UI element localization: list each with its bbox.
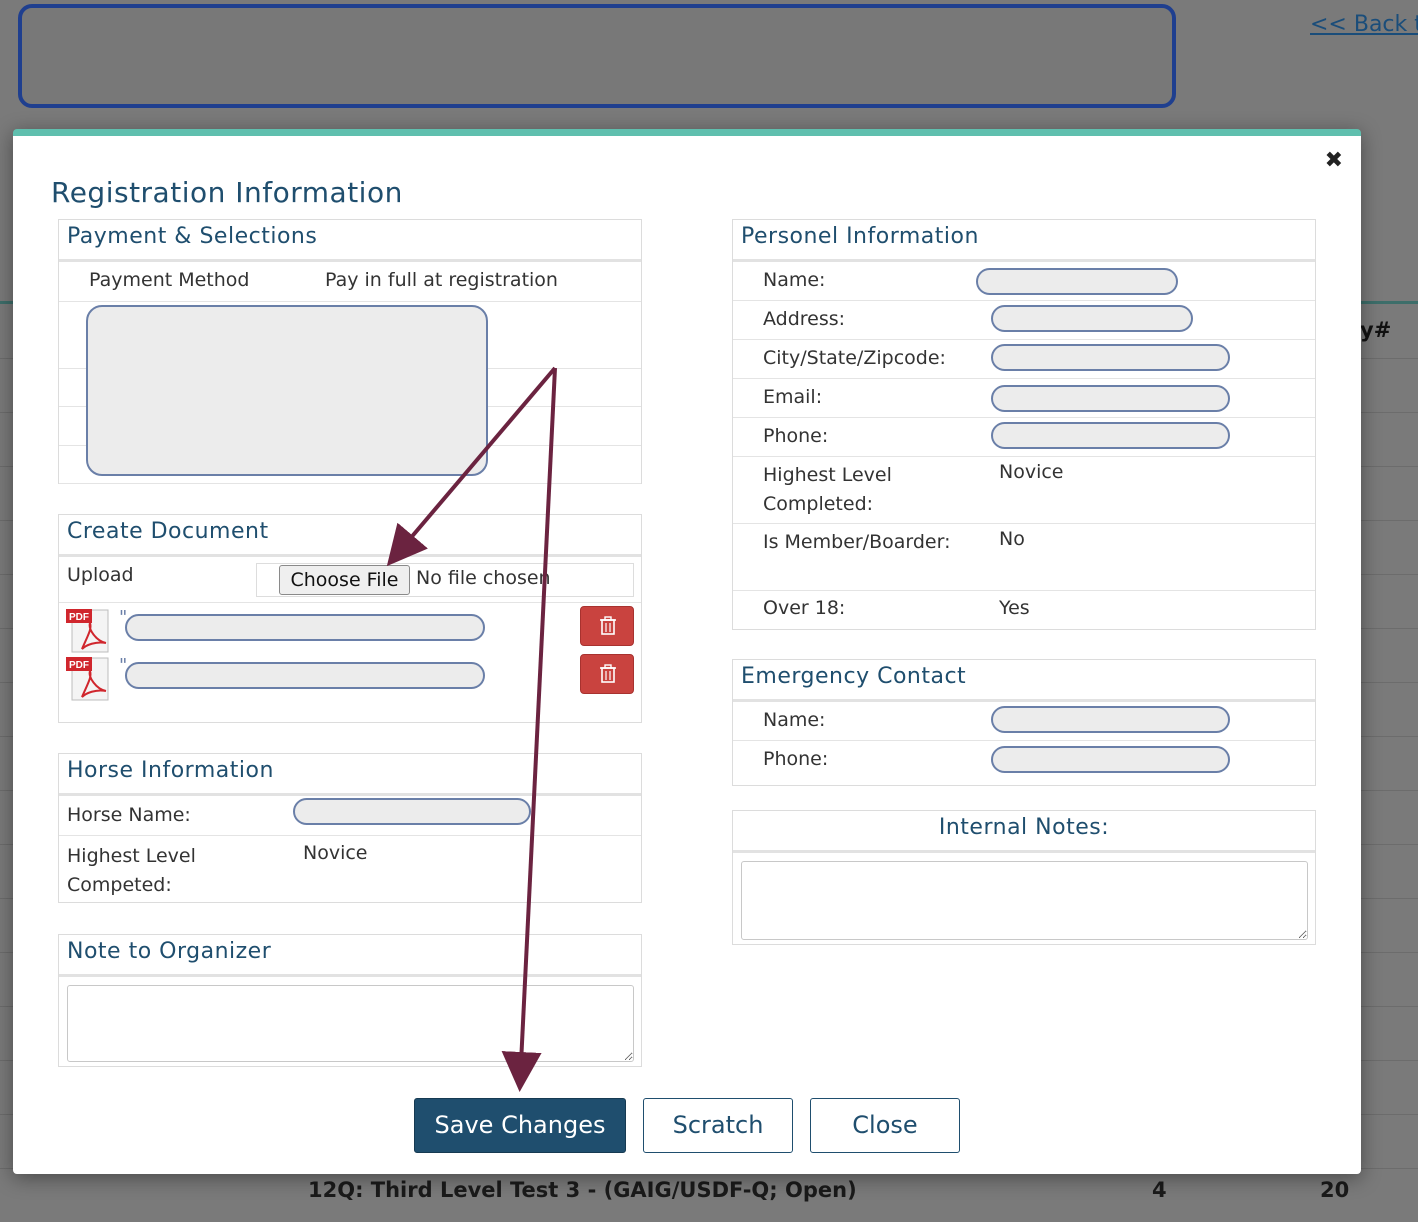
trash-icon xyxy=(600,664,616,683)
personal-heading: Personel Information xyxy=(733,220,1315,262)
background-table-row[interactable]: 12Q: Third Level Test 3 - (GAIG/USDF-Q; … xyxy=(0,1176,1418,1222)
note-heading: Note to Organizer xyxy=(59,935,641,977)
over18-value: Yes xyxy=(999,597,1030,619)
phone-field[interactable] xyxy=(991,422,1230,449)
emergency-phone-field[interactable] xyxy=(991,746,1230,773)
scratch-button[interactable]: Scratch xyxy=(643,1098,793,1153)
rider-level-label: Highest Level Completed: xyxy=(763,464,892,515)
delete-file-button[interactable] xyxy=(580,654,634,694)
modal-title: Registration Information xyxy=(51,176,403,209)
note-textarea[interactable] xyxy=(67,985,634,1062)
member-value: No xyxy=(999,528,1025,550)
horse-name-row: Horse Name: xyxy=(59,796,641,836)
city-row: City/State/Zipcode: xyxy=(733,340,1315,379)
internal-notes-heading: Internal Notes: xyxy=(733,811,1315,853)
registration-modal: ✖ Registration Information Payment & Sel… xyxy=(13,129,1361,1174)
redacted-file-name[interactable] xyxy=(125,614,485,641)
emergency-heading: Emergency Contact xyxy=(733,660,1315,702)
rider-level-row: Highest Level Completed: Novice xyxy=(733,457,1315,524)
file-input[interactable]: Choose File No file chosen xyxy=(256,563,634,597)
over18-label: Over 18: xyxy=(763,597,846,619)
delete-file-button[interactable] xyxy=(580,606,634,646)
payment-heading: Payment & Selections xyxy=(59,220,641,262)
payment-panel: Payment & Selections Payment Method Pay … xyxy=(58,219,642,484)
choose-file-button[interactable]: Choose File xyxy=(279,565,410,595)
upload-row: Upload Choose File No file chosen xyxy=(59,557,641,603)
horse-level-value: Novice xyxy=(303,842,368,864)
member-label: Is Member/Boarder: xyxy=(763,531,951,553)
payment-method-value: Pay in full at registration xyxy=(325,269,558,291)
svg-text:PDF: PDF xyxy=(69,612,89,623)
file-status: No file chosen xyxy=(416,567,551,589)
personal-name-label: Name: xyxy=(763,269,826,291)
save-changes-button[interactable]: Save Changes xyxy=(414,1098,626,1153)
address-field[interactable] xyxy=(991,305,1193,332)
city-label: City/State/Zipcode: xyxy=(763,347,946,369)
redacted-file-name[interactable] xyxy=(125,662,485,689)
personal-name-row: Name: xyxy=(733,262,1315,301)
background-header-box xyxy=(18,4,1176,108)
svg-text:PDF: PDF xyxy=(69,660,89,671)
background-column-header: y# xyxy=(1360,318,1392,342)
personal-panel: Personel Information Name: Address: City… xyxy=(732,219,1316,630)
email-field[interactable] xyxy=(991,385,1230,412)
upload-label: Upload xyxy=(67,564,134,586)
emergency-name-row: Name: xyxy=(733,702,1315,741)
member-row: Is Member/Boarder: No xyxy=(733,524,1315,591)
horse-panel: Horse Information Horse Name: Highest Le… xyxy=(58,753,642,903)
emergency-phone-row: Phone: xyxy=(733,741,1315,780)
close-icon[interactable]: ✖ xyxy=(1325,148,1343,173)
class-name: 12Q: Third Level Test 3 - (GAIG/USDF-Q; … xyxy=(308,1178,857,1202)
email-row: Email: xyxy=(733,379,1315,418)
rider-level-value: Novice xyxy=(999,461,1064,483)
city-field[interactable] xyxy=(991,344,1230,371)
emergency-panel: Emergency Contact Name: Phone: xyxy=(732,659,1316,786)
class-count: 4 xyxy=(1152,1178,1167,1202)
over18-row: Over 18: Yes xyxy=(733,591,1315,630)
payment-method-row: Payment Method Pay in full at registrati… xyxy=(59,262,641,302)
back-link[interactable]: << Back to xyxy=(1310,12,1418,37)
horse-level-label: Highest Level Competed: xyxy=(67,845,196,896)
note-panel: Note to Organizer xyxy=(58,934,642,1067)
personal-name-field[interactable] xyxy=(976,268,1178,295)
horse-name-field[interactable] xyxy=(293,798,531,825)
emergency-name-label: Name: xyxy=(763,709,826,731)
payment-method-label: Payment Method xyxy=(89,269,250,291)
file-list: PDF " PDF " xyxy=(59,603,641,721)
emergency-name-field[interactable] xyxy=(991,706,1230,733)
phone-row: Phone: xyxy=(733,418,1315,457)
address-label: Address: xyxy=(763,308,846,330)
horse-name-label: Horse Name: xyxy=(67,804,191,826)
phone-label: Phone: xyxy=(763,425,829,447)
emergency-phone-label: Phone: xyxy=(763,748,829,770)
pdf-icon[interactable]: PDF xyxy=(66,655,114,703)
email-label: Email: xyxy=(763,386,823,408)
redacted-selections xyxy=(86,305,488,476)
horse-heading: Horse Information xyxy=(59,754,641,796)
internal-notes-panel: Internal Notes: xyxy=(732,810,1316,945)
internal-notes-textarea[interactable] xyxy=(741,861,1308,940)
trash-icon xyxy=(600,616,616,635)
class-number: 20 xyxy=(1320,1178,1350,1202)
horse-level-row: Highest Level Competed: Novice xyxy=(59,836,641,902)
document-panel: Create Document Upload Choose File No fi… xyxy=(58,514,642,723)
document-heading: Create Document xyxy=(59,515,641,557)
close-button[interactable]: Close xyxy=(810,1098,960,1153)
pdf-icon[interactable]: PDF xyxy=(66,607,114,655)
address-row: Address: xyxy=(733,301,1315,340)
